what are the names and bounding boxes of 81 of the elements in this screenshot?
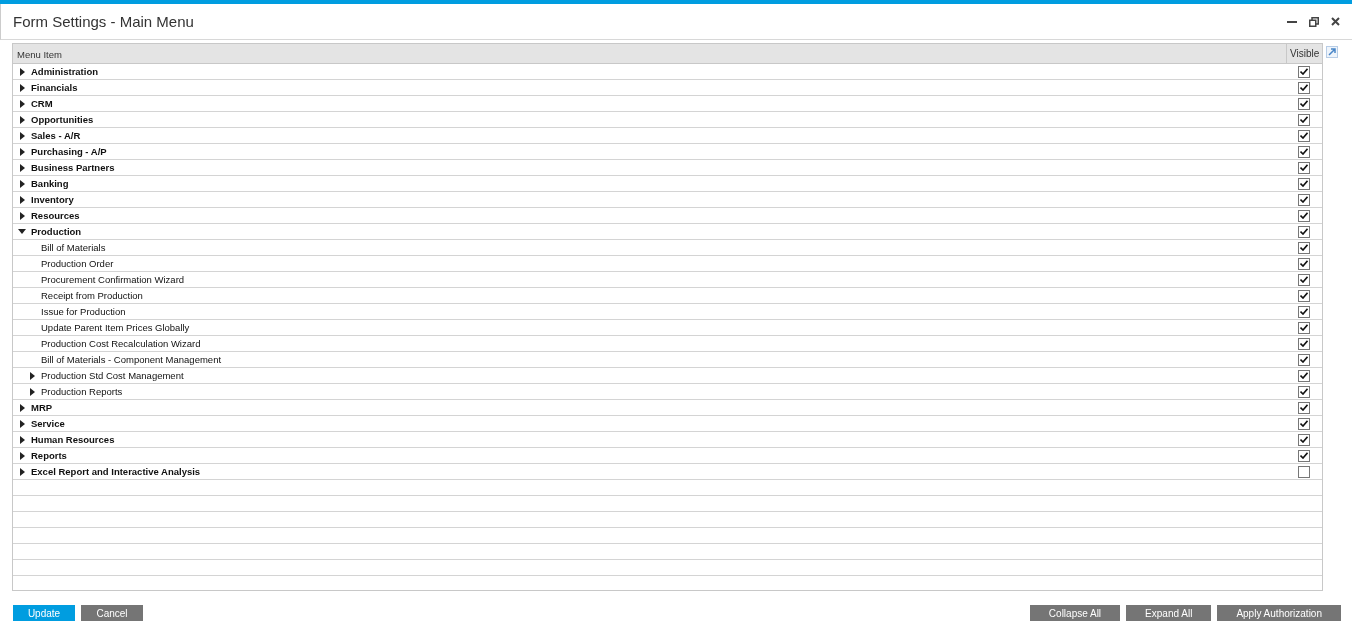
visible-checkbox[interactable] xyxy=(1298,353,1310,366)
menu-item-label[interactable]: Business Partners xyxy=(31,162,115,173)
open-link-arrow-icon[interactable] xyxy=(1326,46,1338,58)
visible-checkbox[interactable] xyxy=(1298,97,1310,110)
menu-item-label[interactable]: Inventory xyxy=(31,194,74,205)
restore-icon[interactable] xyxy=(1309,16,1319,27)
menu-item-label[interactable]: Banking xyxy=(31,178,69,189)
visible-checkbox[interactable] xyxy=(1298,369,1310,382)
expand-arrow-icon[interactable] xyxy=(19,211,25,220)
visible-checkbox[interactable] xyxy=(1298,225,1310,238)
close-icon[interactable] xyxy=(1331,17,1340,26)
menu-item-label[interactable]: Production xyxy=(31,226,82,237)
action-button[interactable]: Apply Authorization xyxy=(1217,605,1341,621)
menu-item-label[interactable]: Procurement Confirmation Wizard xyxy=(41,274,185,285)
expand-arrow-icon[interactable] xyxy=(19,451,25,460)
minimize-icon[interactable] xyxy=(1287,20,1297,23)
expand-arrow-icon[interactable] xyxy=(19,163,25,172)
visible-checkbox[interactable] xyxy=(1298,161,1310,174)
visible-checkbox[interactable] xyxy=(1298,337,1310,350)
visible-checkbox[interactable] xyxy=(1298,465,1310,478)
expand-arrow-icon[interactable] xyxy=(19,467,25,476)
menu-item-label[interactable]: Reports xyxy=(31,450,67,461)
expand-arrow-icon[interactable] xyxy=(19,403,25,412)
menu-item-label[interactable]: Production Cost Recalculation Wizard xyxy=(41,338,201,349)
menu-item-label[interactable]: Issue for Production xyxy=(41,306,126,317)
expand-arrow-icon[interactable] xyxy=(19,131,25,140)
visible-checkbox[interactable] xyxy=(1298,129,1310,142)
column-header: Menu Item xyxy=(16,48,63,62)
visible-checkbox[interactable] xyxy=(1298,257,1310,270)
visible-checkbox[interactable] xyxy=(1298,321,1310,334)
visible-checkbox[interactable] xyxy=(1298,209,1310,222)
menu-item-label[interactable]: Bill of Materials xyxy=(41,242,106,253)
menu-item-label[interactable]: Production Std Cost Management xyxy=(41,370,184,381)
visible-checkbox[interactable] xyxy=(1298,145,1310,158)
menu-item-label[interactable]: Production Reports xyxy=(41,386,123,397)
visible-checkbox[interactable] xyxy=(1298,65,1310,78)
column-header: Visible xyxy=(1286,44,1322,63)
expand-arrow-icon[interactable] xyxy=(19,67,25,76)
expand-arrow-icon[interactable] xyxy=(19,147,25,156)
menu-item-label[interactable]: Human Resources xyxy=(31,434,115,445)
expand-arrow-icon[interactable] xyxy=(19,115,25,124)
expand-arrow-icon[interactable] xyxy=(19,419,25,428)
menu-item-label[interactable]: Purchasing - A/P xyxy=(31,146,107,157)
collapse-arrow-icon[interactable] xyxy=(18,229,26,234)
visible-checkbox[interactable] xyxy=(1298,449,1310,462)
menu-item-label[interactable]: Production Order xyxy=(41,258,114,269)
menu-item-label[interactable]: Bill of Materials - Component Management xyxy=(41,354,222,365)
expand-arrow-icon[interactable] xyxy=(29,387,35,396)
visible-checkbox[interactable] xyxy=(1298,433,1310,446)
expand-arrow-icon[interactable] xyxy=(19,99,25,108)
visible-checkbox[interactable] xyxy=(1298,193,1310,206)
visible-checkbox[interactable] xyxy=(1298,417,1310,430)
expand-arrow-icon[interactable] xyxy=(19,83,25,92)
visible-checkbox[interactable] xyxy=(1298,401,1310,414)
window-title: Form Settings - Main Menu xyxy=(13,13,195,30)
visible-checkbox[interactable] xyxy=(1298,241,1310,254)
expand-arrow-icon[interactable] xyxy=(29,371,35,380)
visible-checkbox[interactable] xyxy=(1298,385,1310,398)
visible-checkbox[interactable] xyxy=(1298,81,1310,94)
action-button[interactable]: Collapse All xyxy=(1029,605,1121,621)
menu-item-label[interactable]: Opportunities xyxy=(31,114,94,125)
action-button[interactable]: Cancel xyxy=(81,605,143,621)
menu-item-label[interactable]: Update Parent Item Prices Globally xyxy=(41,322,190,333)
visible-checkbox[interactable] xyxy=(1298,177,1310,190)
action-button[interactable]: Expand All xyxy=(1126,605,1212,621)
menu-item-label[interactable]: CRM xyxy=(31,98,53,109)
expand-arrow-icon[interactable] xyxy=(19,195,25,204)
expand-arrow-icon[interactable] xyxy=(19,435,25,444)
menu-item-label[interactable]: Sales - A/R xyxy=(31,130,81,141)
visible-checkbox[interactable] xyxy=(1298,273,1310,286)
visible-checkbox[interactable] xyxy=(1298,305,1310,318)
expand-arrow-icon[interactable] xyxy=(19,179,25,188)
visible-checkbox[interactable] xyxy=(1298,289,1310,302)
menu-item-label[interactable]: Financials xyxy=(31,82,78,93)
menu-item-label[interactable]: Resources xyxy=(31,210,80,221)
visible-checkbox[interactable] xyxy=(1298,113,1310,126)
menu-item-label[interactable]: MRP xyxy=(31,402,53,413)
menu-item-label[interactable]: Administration xyxy=(31,66,99,77)
menu-item-label[interactable]: Receipt from Production xyxy=(41,290,143,301)
menu-item-label[interactable]: Service xyxy=(31,418,65,429)
menu-item-label[interactable]: Excel Report and Interactive Analysis xyxy=(31,466,201,477)
